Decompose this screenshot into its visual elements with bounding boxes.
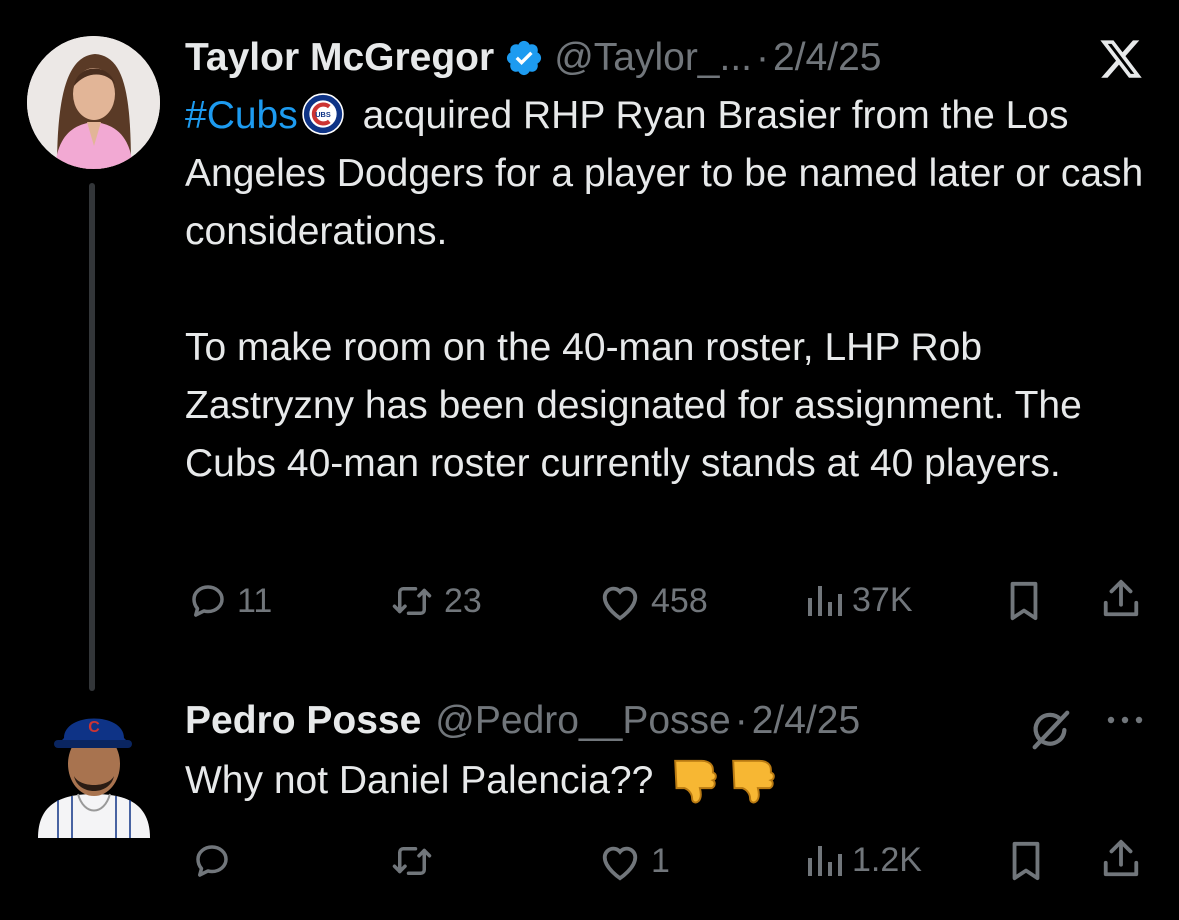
reply-button[interactable]: 11 — [187, 580, 272, 622]
like-count: 1 — [651, 841, 670, 880]
share-icon — [1103, 839, 1139, 877]
bookmark-button[interactable] — [1006, 840, 1046, 882]
cubs-logo-icon: UBS — [301, 93, 344, 135]
reply-icon — [196, 845, 228, 877]
bookmark-icon — [1010, 581, 1038, 621]
separator-dot: · — [756, 36, 770, 79]
views-button[interactable]: 1.2K — [804, 840, 922, 880]
heart-icon — [602, 586, 638, 621]
views-count: 37K — [852, 580, 913, 619]
tweet-date[interactable]: 2/4/25 — [773, 36, 881, 80]
tweet-taylor-mcgregor[interactable]: Taylor McGregor @Taylor_... · 2/4/25 #Cu… — [0, 0, 1179, 690]
share-icon — [1103, 579, 1139, 617]
avatar[interactable]: C — [38, 698, 150, 838]
avatar[interactable] — [27, 36, 160, 169]
thumbs-down-icon — [674, 759, 717, 804]
thumbs-down-icon — [732, 759, 775, 804]
share-button[interactable] — [1100, 578, 1142, 620]
author-handle[interactable]: @Pedro__Posse — [435, 699, 730, 743]
svg-text:UBS: UBS — [315, 110, 331, 119]
more-icon[interactable] — [1102, 711, 1148, 729]
reply-icon — [192, 585, 224, 617]
tweet-text: #Cubs UBS acquired RHP Ryan Brasier from… — [185, 87, 1160, 493]
author-name[interactable]: Taylor McGregor — [185, 36, 494, 80]
reply-tweet-pedro-posse[interactable]: C Pedro Posse @Pedro__Posse · 2/4/25 Why… — [0, 690, 1179, 920]
tweet-text: Why not Daniel Palencia?? — [185, 752, 1160, 810]
share-button[interactable] — [1100, 838, 1142, 880]
like-button[interactable]: 458 — [597, 580, 708, 622]
hashtag-link[interactable]: #Cubs — [185, 94, 298, 137]
like-count: 458 — [651, 581, 708, 620]
x-logo-icon[interactable] — [1097, 36, 1145, 82]
tweet-header: Taylor McGregor @Taylor_... · 2/4/25 — [185, 30, 881, 86]
heart-icon — [602, 846, 638, 881]
repost-button[interactable] — [388, 840, 444, 882]
repost-button[interactable]: 23 — [388, 580, 482, 622]
tweet-text-part2: To make room on the 40-man roster, LHP R… — [185, 326, 1082, 485]
bookmark-icon — [1012, 841, 1040, 881]
author-name[interactable]: Pedro Posse — [185, 699, 421, 743]
bookmark-button[interactable] — [1004, 580, 1044, 622]
views-icon — [808, 586, 842, 616]
repost-icon — [392, 587, 432, 615]
author-handle[interactable]: @Taylor_... — [554, 36, 752, 80]
tweet-header: Pedro Posse @Pedro__Posse · 2/4/25 — [185, 690, 860, 752]
repost-count: 23 — [444, 581, 482, 620]
verified-badge-icon — [507, 40, 542, 76]
separator-dot: · — [734, 699, 748, 742]
reply-count: 11 — [237, 581, 273, 620]
views-button[interactable]: 37K — [804, 580, 913, 620]
repost-icon — [392, 847, 432, 875]
like-button[interactable]: 1 — [597, 840, 670, 882]
views-icon — [808, 846, 842, 876]
reply-button[interactable] — [191, 840, 241, 882]
grok-icon[interactable] — [1027, 707, 1073, 753]
tweet-date[interactable]: 2/4/25 — [752, 699, 860, 743]
tweet-text-body: Why not Daniel Palencia?? — [185, 759, 654, 802]
svg-text:C: C — [88, 719, 100, 736]
views-count: 1.2K — [852, 840, 922, 879]
